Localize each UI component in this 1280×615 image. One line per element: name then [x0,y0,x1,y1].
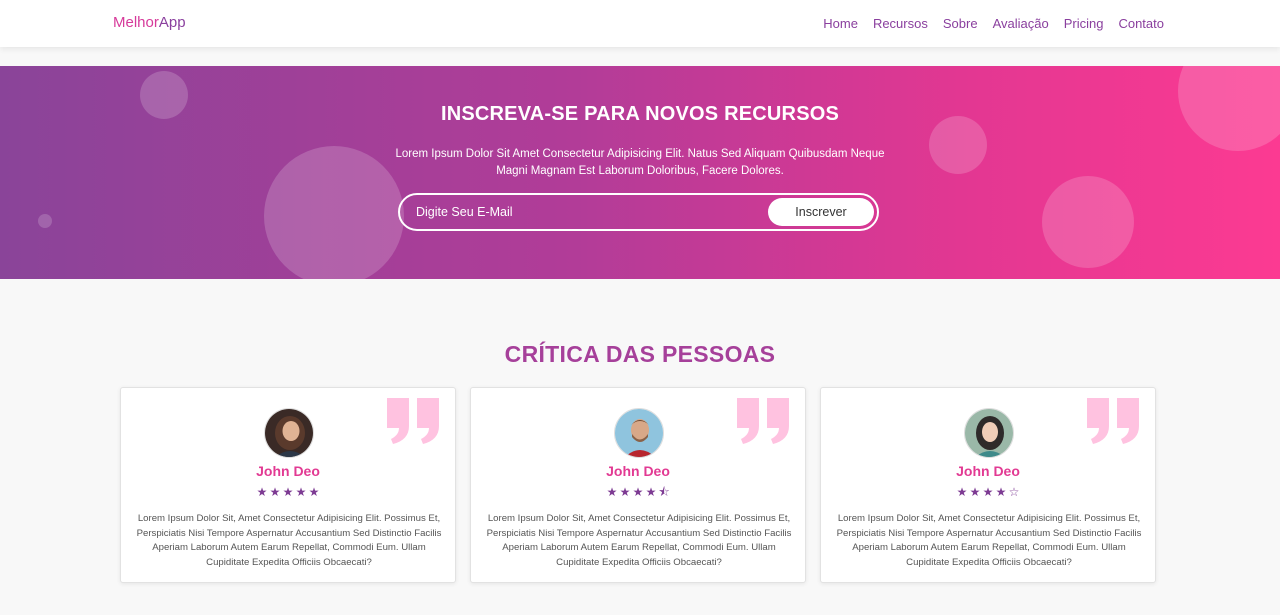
review-text: Lorem Ipsum Dolor Sit, Amet Consectetur … [486,513,792,568]
reviewer-name: John Deo [956,463,1020,479]
nav-link-pricing[interactable]: Pricing [1064,16,1104,31]
quote-icon [387,398,439,444]
nav-link-home[interactable]: Home [823,16,858,31]
decorative-bubble [38,214,52,228]
star-icon: ★ [956,485,968,499]
subscribe-form: Inscrever [398,193,879,231]
avatar [614,408,664,458]
star-icon: ★ [619,485,631,499]
star-rating: ★ ★ ★ ★ ★ [121,485,455,499]
avatar [964,408,1014,458]
star-rating: ★ ★ ★ ★ ⯪ [471,485,805,499]
star-icon: ★ [995,485,1007,499]
star-icon: ★ [295,485,307,499]
logo[interactable]: MelhorApp [113,14,186,31]
review-card: John Deo ★ ★ ★ ★ ⯪ Lorem Ipsum Dolor Sit, Am… [470,387,806,583]
review-text: Lorem Ipsum Dolor Sit, Amet Consectetur … [836,513,1142,568]
navbar: MelhorApp Home Recursos Sobre Avaliação … [0,0,1280,47]
logo-text-part2: App [158,14,186,31]
newsletter-title: INSCREVA-SE PARA NOVOS RECURSOS [440,103,840,125]
reviews-title: CRÍTICA DAS PESSOAS [504,341,776,367]
decorative-bubble [264,146,404,279]
nav-menu: Home Recursos Sobre Avaliação Pricing Co… [823,16,1164,31]
star-icon: ★ [645,485,657,499]
user-avatar-icon [265,409,313,457]
decorative-bubble [1042,176,1134,268]
star-icon: ★ [606,485,618,499]
nav-link-recursos[interactable]: Recursos [873,16,928,31]
review-text: Lorem Ipsum Dolor Sit, Amet Consectetur … [136,513,442,568]
user-avatar-icon [965,409,1013,457]
reviewer-name: John Deo [256,463,320,479]
newsletter-section: INSCREVA-SE PARA NOVOS RECURSOS Lorem Ip… [0,66,1280,279]
star-icon: ★ [632,485,644,499]
review-card: John Deo ★ ★ ★ ★ ★ Lorem Ipsum Dolor Sit, Am… [120,387,456,583]
star-icon: ★ [982,485,994,499]
star-rating: ★ ★ ★ ★ ☆ [821,485,1155,499]
email-input[interactable] [416,203,756,221]
star-half-icon: ⯪ [658,485,670,499]
subscribe-button[interactable]: Inscrever [768,198,874,226]
star-icon: ★ [269,485,281,499]
star-empty-icon: ☆ [1008,485,1020,499]
newsletter-description: Lorem Ipsum Dolor Sit Amet Consectetur A… [395,148,885,177]
reviewer-name: John Deo [606,463,670,479]
star-icon: ★ [969,485,981,499]
star-icon: ★ [256,485,268,499]
star-icon: ★ [308,485,320,499]
review-card: John Deo ★ ★ ★ ★ ☆ Lorem Ipsum Dolor Sit, Am… [820,387,1156,583]
logo-text-part1: Melhor [113,14,159,31]
nav-link-sobre[interactable]: Sobre [943,16,978,31]
quote-icon [1087,398,1139,444]
user-avatar-icon [615,409,663,457]
star-icon: ★ [282,485,294,499]
nav-link-contato[interactable]: Contato [1118,16,1164,31]
quote-icon [737,398,789,444]
avatar [264,408,314,458]
nav-link-avaliacao[interactable]: Avaliação [993,16,1049,31]
